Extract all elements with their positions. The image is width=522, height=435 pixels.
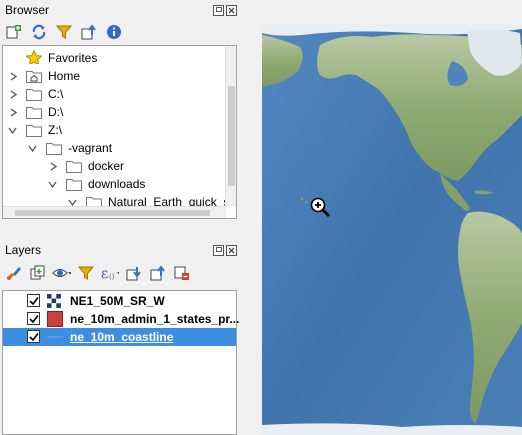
layer-name: NE1_50M_SR_W bbox=[70, 294, 165, 308]
tree-item-label: D:\ bbox=[48, 105, 64, 119]
left-dock: Browser Favorites Home C:\ D:\ Z:\ -vagr… bbox=[0, 0, 241, 435]
browser-tree: Favorites Home C:\ D:\ Z:\ -vagrant dock… bbox=[2, 45, 237, 219]
expand-arrow-icon[interactable] bbox=[9, 72, 18, 81]
layers-toolbar: ε() bbox=[4, 263, 191, 282]
browser-toolbar bbox=[4, 22, 123, 41]
folder-icon bbox=[26, 107, 42, 119]
scrollbar-thumb[interactable] bbox=[228, 86, 235, 186]
float-panel-icon[interactable] bbox=[213, 244, 224, 256]
folder-icon bbox=[26, 89, 42, 101]
polygon-symbol-icon bbox=[47, 311, 63, 327]
tree-horizontal-scrollbar[interactable] bbox=[3, 206, 226, 218]
layer-visibility-checkbox[interactable] bbox=[27, 312, 40, 325]
collapse-arrow-icon[interactable] bbox=[8, 126, 17, 135]
world-map-raster bbox=[262, 23, 522, 435]
tree-item-label: Z:\ bbox=[48, 123, 62, 137]
star-icon bbox=[26, 50, 42, 64]
layer-name: ne_10m_admin_1_states_pr... bbox=[70, 312, 240, 326]
float-panel-icon[interactable] bbox=[213, 4, 224, 16]
tree-item-label: -vagrant bbox=[68, 141, 113, 155]
tree-item-label: Favorites bbox=[48, 51, 98, 65]
close-panel-icon[interactable] bbox=[226, 4, 237, 16]
folder-icon bbox=[46, 143, 62, 155]
raster-layer-icon bbox=[47, 294, 61, 308]
filter-icon[interactable] bbox=[54, 22, 73, 41]
layers-tree: NE1_50M_SR_W ne_10m_admin_1_states_pr...… bbox=[2, 290, 240, 435]
zoom-in-cursor-icon bbox=[310, 197, 331, 218]
folder-icon bbox=[66, 179, 82, 191]
collapse-arrow-icon[interactable] bbox=[28, 144, 37, 153]
line-symbol-icon bbox=[47, 336, 63, 338]
scrollbar-thumb[interactable] bbox=[15, 210, 210, 216]
expand-arrow-icon[interactable] bbox=[49, 162, 58, 171]
browser-panel-title: Browser bbox=[5, 3, 50, 17]
collapse-arrow-icon[interactable] bbox=[48, 180, 57, 189]
tree-item-label: docker bbox=[88, 159, 125, 173]
expression-filter-icon[interactable]: ε() bbox=[100, 263, 119, 282]
filter-legend-icon[interactable] bbox=[76, 263, 95, 282]
folder-icon bbox=[66, 161, 82, 173]
layer-row-coastline[interactable]: ne_10m_coastline bbox=[3, 328, 236, 346]
map-canvas[interactable] bbox=[262, 23, 522, 435]
style-paint-brush-icon[interactable] bbox=[4, 263, 23, 282]
add-layer-icon[interactable] bbox=[4, 22, 23, 41]
layer-row-raster[interactable]: NE1_50M_SR_W bbox=[3, 292, 236, 310]
expand-arrow-icon[interactable] bbox=[9, 108, 18, 117]
svg-text:(): () bbox=[109, 273, 115, 281]
tree-item-label: downloads bbox=[88, 177, 146, 191]
dock-splitter[interactable] bbox=[241, 0, 262, 435]
tree-item-label: Home bbox=[48, 69, 81, 83]
layers-panel-title: Layers bbox=[5, 243, 42, 257]
layer-visibility-checkbox[interactable] bbox=[27, 330, 40, 343]
remove-layer-icon[interactable] bbox=[172, 263, 191, 282]
refresh-icon[interactable] bbox=[29, 22, 48, 41]
collapse-all-icon[interactable] bbox=[79, 22, 98, 41]
info-icon[interactable] bbox=[104, 22, 123, 41]
expand-arrow-icon[interactable] bbox=[9, 90, 18, 99]
layer-row-states[interactable]: ne_10m_admin_1_states_pr... bbox=[3, 310, 240, 328]
close-panel-icon[interactable] bbox=[226, 244, 237, 256]
layer-visibility-checkbox[interactable] bbox=[27, 294, 40, 307]
expand-all-icon[interactable] bbox=[124, 263, 143, 282]
layers-panel-header: Layers bbox=[0, 240, 241, 260]
svg-text:ε: ε bbox=[101, 266, 108, 281]
home-folder-icon bbox=[26, 71, 42, 83]
tree-item-label: C:\ bbox=[48, 87, 64, 101]
add-group-icon[interactable] bbox=[28, 263, 47, 282]
browser-panel-header: Browser bbox=[0, 0, 241, 20]
collapse-all-layers-icon[interactable] bbox=[148, 263, 167, 282]
tree-vertical-scrollbar[interactable] bbox=[225, 46, 236, 207]
layer-name: ne_10m_coastline bbox=[70, 330, 174, 344]
visibility-eye-icon[interactable] bbox=[52, 263, 71, 282]
folder-icon bbox=[26, 125, 42, 137]
